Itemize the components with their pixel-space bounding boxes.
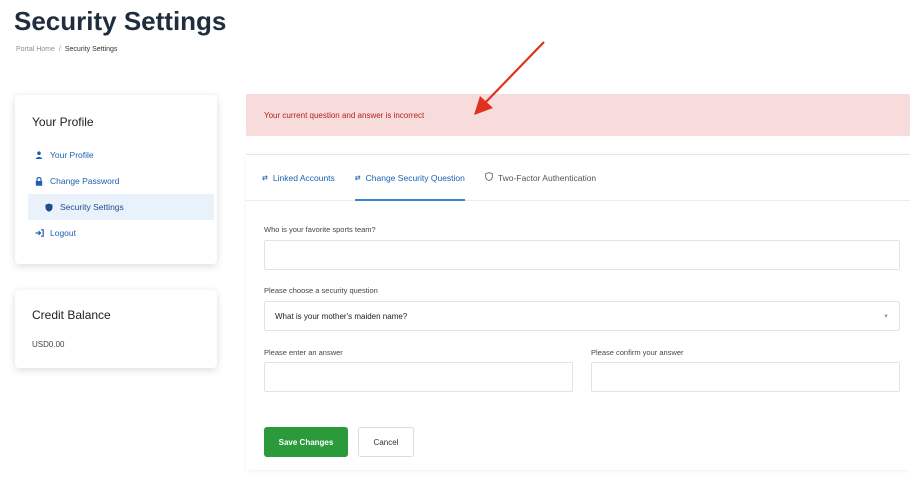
tab-linked-accounts[interactable]: ⇄ Linked Accounts: [262, 155, 335, 200]
sidebar-item-change-password[interactable]: Change Password: [28, 168, 214, 194]
credit-balance-card: Credit Balance USD0.00: [15, 290, 217, 368]
current-answer-input[interactable]: [264, 240, 900, 270]
lock-icon: [32, 176, 46, 186]
confirm-answer-label: Please confirm your answer: [591, 348, 684, 357]
sidebar-item-logout[interactable]: Logout: [28, 220, 214, 246]
link-icon: ⇄: [354, 174, 361, 182]
save-changes-button[interactable]: Save Changes: [264, 427, 348, 457]
sidebar-item-label: Security Settings: [60, 202, 124, 212]
shield-outline-icon: [484, 172, 493, 183]
profile-card: Your Profile Your Profile Change Passwor…: [15, 95, 217, 264]
sidebar-item-security-settings[interactable]: Security Settings: [28, 194, 214, 220]
profile-card-title: Your Profile: [32, 115, 94, 129]
page-title: Security Settings: [14, 6, 227, 36]
annotation-arrow-icon: [474, 41, 545, 115]
error-alert-message: Your current question and answer is inco…: [264, 110, 425, 120]
link-icon: ⇄: [262, 174, 268, 182]
settings-tabs: ⇄ Linked Accounts ⇄ Change Security Ques…: [246, 155, 910, 201]
chevron-down-icon: ▼: [883, 314, 889, 320]
user-icon: [32, 151, 46, 159]
credit-balance-title: Credit Balance: [32, 308, 111, 322]
current-question-label: Who is your favorite sports team?: [264, 225, 376, 234]
tab-change-security-question[interactable]: ⇄ Change Security Question: [354, 155, 465, 201]
tab-label: Linked Accounts: [272, 172, 335, 183]
credit-balance-value: USD0.00: [32, 340, 65, 349]
breadcrumb: Portal Home / Security Settings: [16, 46, 117, 53]
sidebar-item-label: Logout: [50, 228, 76, 238]
tab-two-factor-authentication[interactable]: Two-Factor Authentication: [484, 155, 597, 200]
profile-nav: Your Profile Change Password Security Se…: [28, 142, 214, 246]
new-question-label: Please choose a security question: [264, 286, 378, 295]
breadcrumb-current: Security Settings: [64, 46, 118, 53]
sidebar-item-your-profile[interactable]: Your Profile: [28, 142, 214, 168]
security-question-selected: What is your mother's maiden name?: [275, 311, 408, 321]
tab-label: Two-Factor Authentication: [497, 172, 597, 183]
security-question-select[interactable]: What is your mother's maiden name? ▼: [264, 301, 900, 331]
shield-icon: [42, 203, 56, 212]
sidebar-item-label: Change Password: [50, 176, 120, 186]
breadcrumb-home[interactable]: Portal Home: [16, 46, 55, 53]
tab-label: Change Security Question: [365, 172, 465, 183]
logout-icon: [32, 229, 46, 237]
confirm-answer-input[interactable]: [591, 362, 900, 392]
answer-label: Please enter an answer: [264, 348, 343, 357]
breadcrumb-separator: /: [58, 46, 61, 53]
error-alert: Your current question and answer is inco…: [246, 94, 910, 136]
sidebar-item-label: Your Profile: [50, 150, 94, 160]
cancel-button[interactable]: Cancel: [358, 427, 414, 457]
security-question-panel: ⇄ Linked Accounts ⇄ Change Security Ques…: [246, 154, 910, 470]
answer-input[interactable]: [264, 362, 573, 392]
